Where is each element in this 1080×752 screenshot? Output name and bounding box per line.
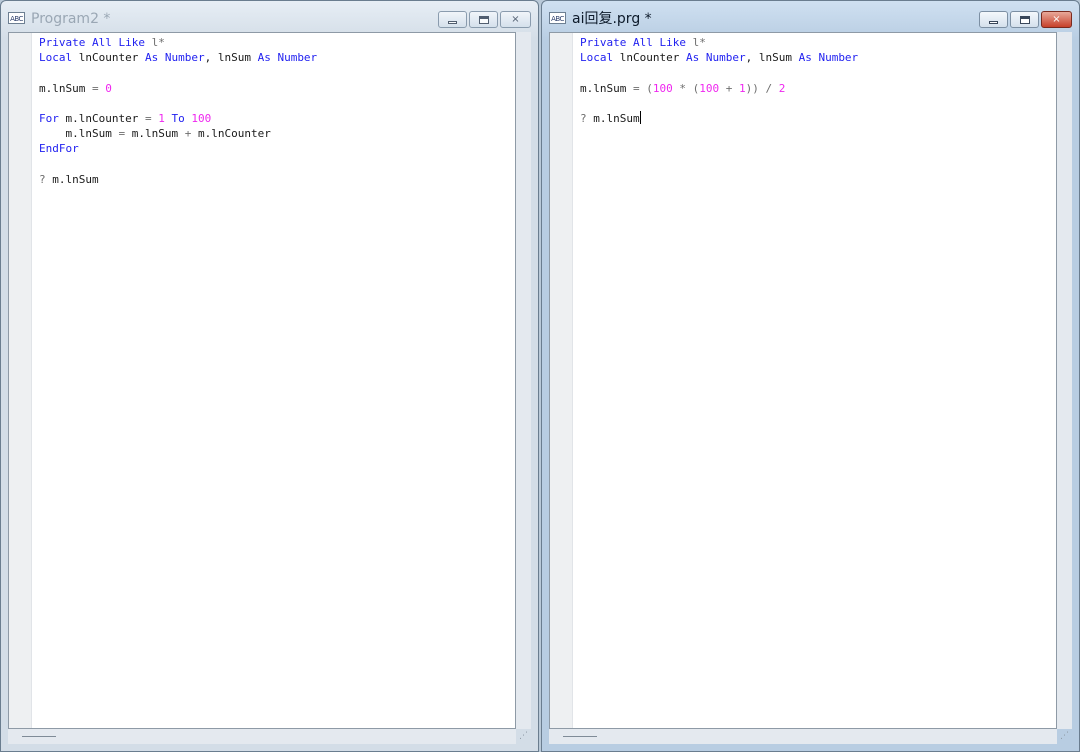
code-line[interactable]: ? m.lnSum: [39, 172, 515, 187]
scroll-grip[interactable]: [22, 736, 56, 737]
code-token: m.lnSum: [580, 81, 627, 95]
code-token: =: [85, 81, 106, 95]
code-token: m.lnSum: [45, 172, 99, 186]
horizontal-scrollbar[interactable]: [549, 729, 1057, 744]
code-line[interactable]: [39, 157, 515, 172]
code-line[interactable]: Local lnCounter As Number, lnSum As Numb…: [39, 50, 515, 65]
code-token: As Number: [144, 51, 205, 65]
vertical-scrollbar[interactable]: [516, 32, 531, 729]
code-line[interactable]: Private All Like l*: [39, 35, 515, 50]
code-token: As Number: [257, 51, 318, 65]
code-token: m.lnSum: [39, 127, 119, 141]
code-editor[interactable]: Private All Like l* Local lnCounter As Nu…: [8, 32, 516, 729]
code-line[interactable]: m.lnSum = 0: [39, 81, 515, 96]
code-area[interactable]: Private All Like l* Local lnCounter As Nu…: [580, 35, 1056, 126]
caption-buttons: ×: [977, 11, 1072, 29]
title-bar[interactable]: ABC ai回复.prg * ×: [542, 1, 1079, 31]
close-button[interactable]: ×: [500, 11, 531, 28]
code-line[interactable]: [39, 65, 515, 80]
title-bar[interactable]: ABC Program2 * ×: [1, 1, 538, 31]
code-token: +: [719, 81, 739, 95]
code-line[interactable]: ? m.lnSum: [580, 110, 1056, 126]
caption-buttons: ×: [436, 11, 531, 29]
code-token: Private All Like: [39, 36, 145, 49]
code-token: ?: [39, 172, 46, 186]
text-caret: [639, 110, 641, 124]
minimize-icon: [989, 20, 998, 24]
editor-gutter: [550, 33, 573, 728]
vertical-scrollbar[interactable]: [1057, 32, 1072, 729]
size-grip-icon[interactable]: ⋰: [1057, 729, 1072, 744]
editor-gutter: [9, 33, 32, 728]
code-token: 100: [652, 81, 673, 95]
code-token: = (: [626, 81, 653, 95]
code-token: ?: [580, 111, 587, 125]
code-token: =: [144, 111, 152, 125]
code-line[interactable]: [39, 96, 515, 111]
close-icon: ×: [511, 13, 520, 25]
code-area[interactable]: Private All Like l* Local lnCounter As Nu…: [39, 35, 515, 187]
code-token: As Number: [685, 51, 746, 65]
code-token: m.lnCounter: [191, 127, 271, 141]
code-line[interactable]: [580, 96, 1056, 111]
code-token: EndFor: [39, 142, 79, 156]
code-token: m.lnSum: [39, 81, 86, 95]
code-line[interactable]: m.lnSum = m.lnSum + m.lnCounter: [39, 126, 515, 141]
code-token: , lnSum: [745, 51, 799, 65]
code-token: 1: [158, 111, 165, 125]
maximize-button[interactable]: [469, 11, 498, 28]
maximize-icon: [1019, 15, 1030, 24]
code-token: lnCounter: [613, 51, 686, 65]
code-line[interactable]: Private All Like l*: [580, 35, 1056, 50]
code-token: 1: [738, 81, 746, 95]
close-button[interactable]: ×: [1041, 11, 1072, 28]
size-grip-icon[interactable]: ⋰: [516, 729, 531, 744]
code-token: lnCounter: [72, 51, 145, 65]
code-token: * (: [672, 81, 700, 95]
code-line[interactable]: [580, 65, 1056, 80]
window-title: Program2 *: [31, 11, 111, 27]
code-token: l*: [685, 36, 706, 49]
maximize-icon: [478, 15, 489, 24]
code-token: , lnSum: [204, 51, 258, 65]
code-token: Local: [39, 51, 73, 65]
minimize-button[interactable]: [979, 11, 1008, 28]
code-token: Private All Like: [580, 36, 686, 49]
code-token: m.lnSum: [125, 127, 185, 141]
code-token: m.lnSum: [586, 111, 640, 125]
scroll-grip[interactable]: [563, 736, 597, 737]
horizontal-scrollbar[interactable]: [8, 729, 516, 744]
app-icon: ABC: [8, 12, 25, 24]
code-token: l*: [144, 36, 165, 49]
code-line[interactable]: m.lnSum = (100 * (100 + 1)) / 2: [580, 81, 1056, 96]
code-line[interactable]: For m.lnCounter = 1 To 100: [39, 111, 515, 126]
code-token: As Number: [798, 51, 859, 65]
minimize-icon: [448, 20, 457, 24]
code-line[interactable]: EndFor: [39, 141, 515, 156]
code-line[interactable]: Local lnCounter As Number, lnSum As Numb…: [580, 50, 1056, 65]
code-editor[interactable]: Private All Like l* Local lnCounter As Nu…: [549, 32, 1057, 729]
code-token: m.lnCounter: [58, 111, 145, 125]
code-token: Local: [580, 51, 614, 65]
window-title: ai回复.prg *: [572, 11, 652, 27]
code-token: 100: [191, 111, 212, 125]
maximize-button[interactable]: [1010, 11, 1039, 28]
code-token: 2: [778, 81, 786, 95]
close-icon: ×: [1052, 13, 1061, 25]
code-token: 100: [699, 81, 720, 95]
code-token: )) /: [745, 81, 779, 95]
code-token: 0: [105, 81, 112, 95]
code-token: For: [39, 111, 59, 125]
minimize-button[interactable]: [438, 11, 467, 28]
code-token: To: [171, 111, 185, 125]
app-icon: ABC: [549, 12, 566, 24]
ai-reply-window[interactable]: ABC ai回复.prg * × Private All Like l* Loca…: [541, 0, 1080, 752]
program2-window[interactable]: ABC Program2 * × Private All Like l* Loca…: [0, 0, 539, 752]
